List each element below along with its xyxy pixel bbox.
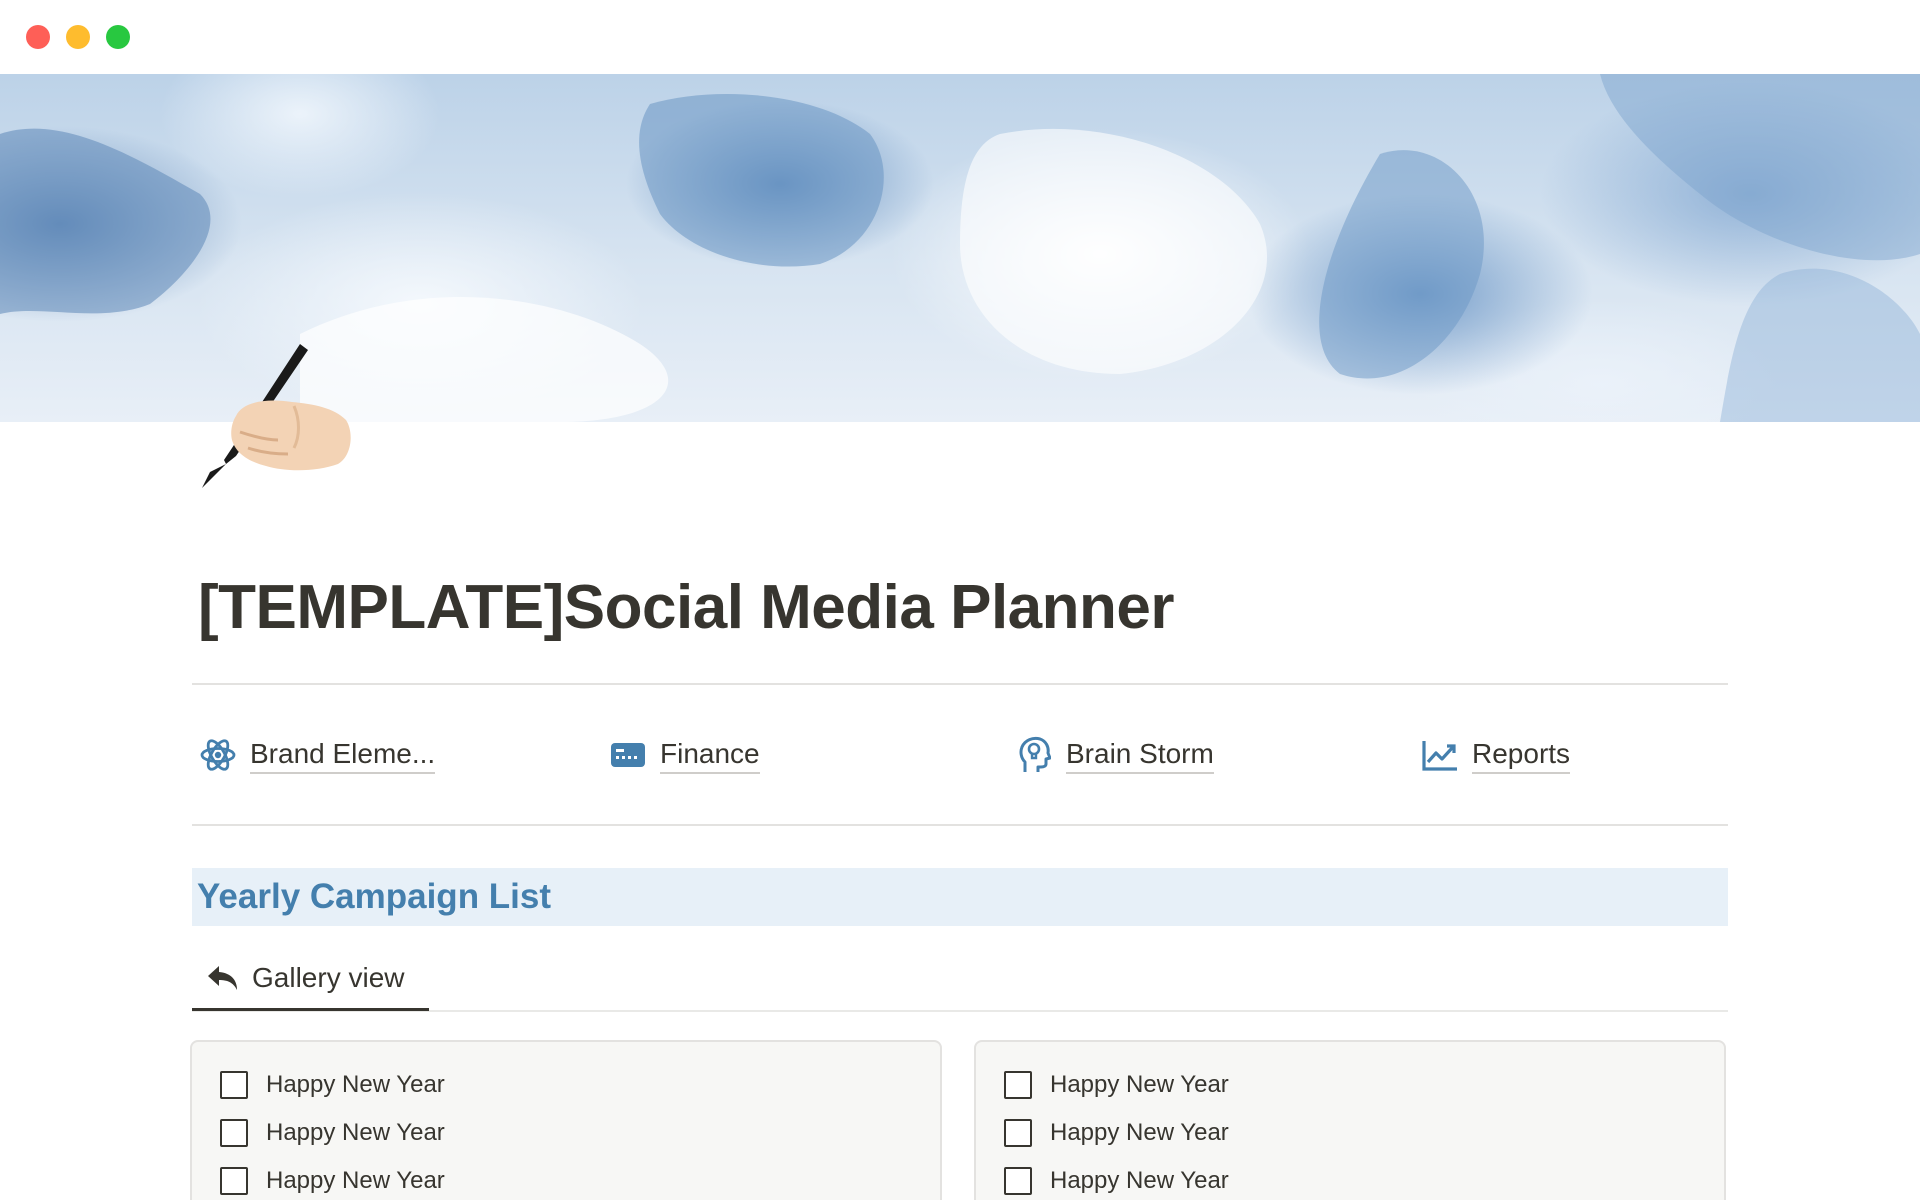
link-label: Brand Eleme...: [250, 737, 436, 774]
todo-item: Happy New Year: [1004, 1116, 1229, 1150]
link-reports[interactable]: Reports: [1420, 730, 1571, 780]
todo-item: Happy New Year: [220, 1164, 445, 1198]
link-brand-elements[interactable]: Brand Eleme...: [198, 730, 436, 780]
tab-label: Gallery view: [252, 962, 405, 993]
todo-label: Happy New Year: [1050, 1167, 1229, 1194]
gallery-card[interactable]: Happy New Year Happy New Year Happy New …: [190, 1040, 942, 1200]
link-finance[interactable]: Finance: [608, 730, 760, 780]
todo-checkbox[interactable]: [220, 1071, 248, 1099]
minimize-window-button[interactable]: [66, 25, 90, 49]
todo-checkbox[interactable]: [1004, 1167, 1032, 1195]
close-window-button[interactable]: [26, 25, 50, 49]
page-title[interactable]: [TEMPLATE]Social Media Planner: [198, 572, 1175, 643]
todo-item: Happy New Year: [220, 1068, 445, 1102]
database-view-tabs: Gallery view: [192, 948, 1728, 1012]
todo-item: Happy New Year: [1004, 1068, 1229, 1102]
link-label: Finance: [660, 737, 760, 774]
link-brain-storm[interactable]: Brain Storm: [1014, 730, 1214, 780]
todo-label: Happy New Year: [266, 1167, 445, 1194]
head-bulb-icon: [1014, 735, 1054, 775]
section-heading-text: Yearly Campaign List: [197, 877, 552, 916]
atom-icon: [198, 735, 238, 775]
todo-checkbox[interactable]: [1004, 1119, 1032, 1147]
divider-bottom: [192, 824, 1728, 826]
writing-hand-icon[interactable]: [196, 336, 356, 496]
gallery-card[interactable]: Happy New Year Happy New Year Happy New …: [974, 1040, 1726, 1200]
todo-item: Happy New Year: [220, 1116, 445, 1150]
app-window: [TEMPLATE]Social Media Planner Brand Ele…: [0, 0, 1920, 1200]
title-bar: [0, 0, 1920, 74]
todo-label: Happy New Year: [1050, 1119, 1229, 1146]
todo-checkbox[interactable]: [220, 1167, 248, 1195]
todo-label: Happy New Year: [1050, 1071, 1229, 1098]
todo-item: Happy New Year: [1004, 1164, 1229, 1198]
credit-card-icon: [608, 735, 648, 775]
section-heading[interactable]: Yearly Campaign List: [192, 868, 1728, 926]
todo-label: Happy New Year: [266, 1119, 445, 1146]
link-label: Reports: [1472, 737, 1571, 774]
tab-gallery-view[interactable]: Gallery view: [192, 948, 429, 1011]
maximize-window-button[interactable]: [106, 25, 130, 49]
todo-label: Happy New Year: [266, 1071, 445, 1098]
divider-top: [192, 683, 1728, 685]
chart-line-icon: [1420, 735, 1460, 775]
link-label: Brain Storm: [1066, 737, 1214, 774]
reply-arrow-icon: [206, 961, 240, 995]
todo-checkbox[interactable]: [220, 1119, 248, 1147]
linked-pages-row: Brand Eleme... Finance Brain Storm Repor…: [192, 730, 1728, 780]
todo-checkbox[interactable]: [1004, 1071, 1032, 1099]
